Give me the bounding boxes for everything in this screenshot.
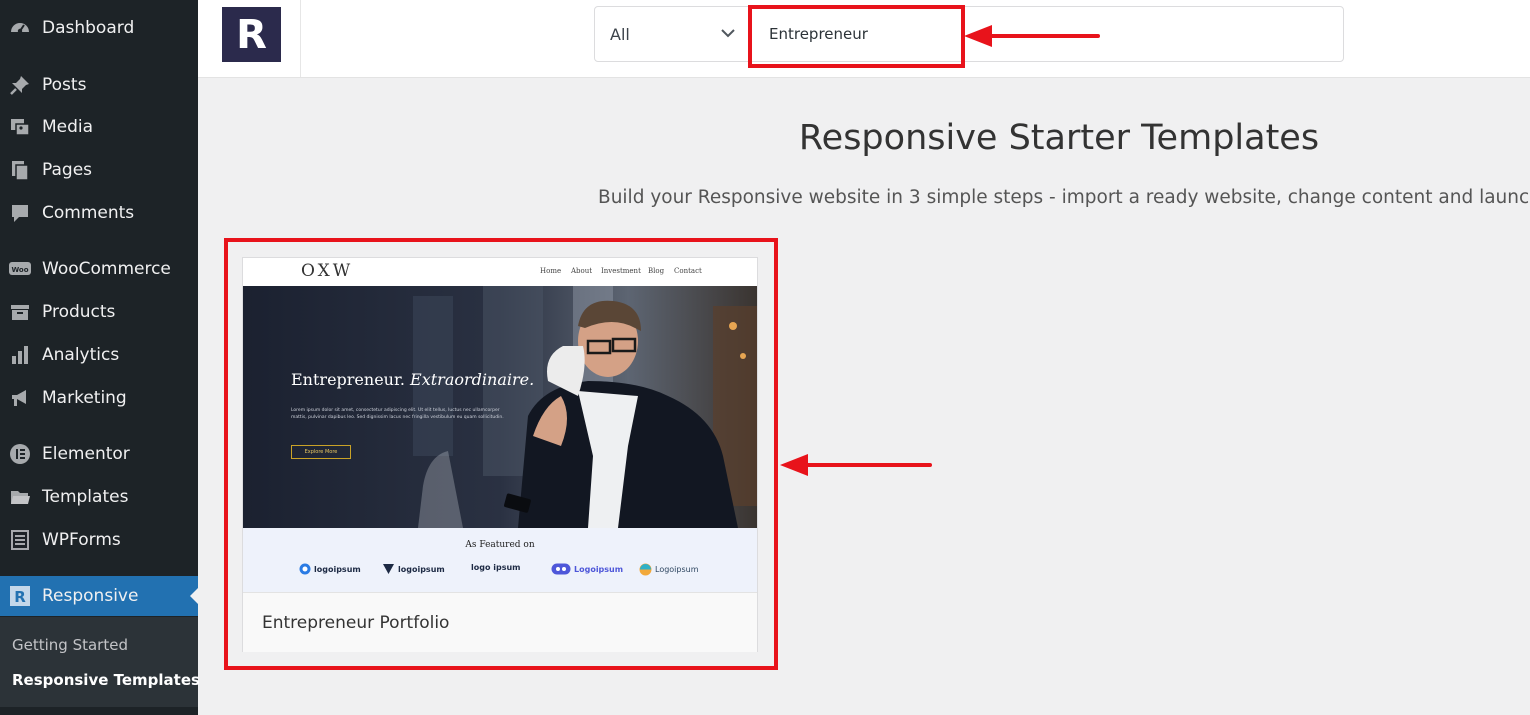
page-subtitle: Build your Responsive website in 3 simpl… — [598, 187, 1530, 208]
preview-cta-button: Explore More — [291, 445, 351, 459]
brand-shield-icon — [383, 564, 394, 574]
sidebar-item-dashboard[interactable]: Dashboard — [0, 8, 198, 48]
sidebar-item-elementor[interactable]: Elementor — [0, 434, 198, 474]
svg-text:R: R — [14, 588, 26, 606]
preview-nav-link: Contact — [674, 267, 702, 275]
submenu-responsive-templates[interactable]: Responsive Templates — [12, 671, 200, 689]
preview-nav: OXW Home About Investment Blog Contact — [243, 258, 757, 286]
preview-brand-logo: logoipsum — [382, 563, 445, 575]
elementor-icon — [8, 442, 32, 466]
sidebar-item-analytics[interactable]: Analytics — [0, 335, 198, 375]
media-icon — [8, 115, 32, 139]
preview-featured-title: As Featured on — [465, 540, 535, 550]
preview-brand-logo: Logoipsum — [551, 563, 623, 575]
folder-icon — [8, 485, 32, 509]
responsive-logo-icon: R — [8, 584, 32, 608]
responsive-submenu: Getting Started Responsive Templates — [0, 617, 200, 707]
preview-brand-logo: logoipsum — [299, 563, 361, 575]
preview-nav-link: About — [571, 267, 593, 275]
sidebar-item-templates[interactable]: Templates — [0, 477, 198, 517]
woo-icon: Woo — [8, 257, 32, 281]
svg-text:Woo: Woo — [11, 266, 28, 274]
bar-chart-icon — [8, 343, 32, 367]
sidebar-item-responsive[interactable]: R Responsive — [0, 576, 198, 616]
template-card-footer: Entrepreneur Portfolio — [243, 592, 757, 652]
pages-icon — [8, 158, 32, 182]
admin-sidebar: Dashboard Posts Media Pages Comments Woo… — [0, 0, 200, 715]
preview-nav-link: Blog — [648, 267, 665, 275]
responsive-logo: R — [222, 7, 281, 62]
submenu-getting-started[interactable]: Getting Started — [12, 636, 128, 654]
preview-featured-section: As Featured on logoipsum logoipsum logo … — [243, 528, 757, 592]
archive-icon — [8, 300, 32, 324]
sidebar-item-woocommerce[interactable]: Woo WooCommerce — [0, 249, 198, 289]
dashboard-icon — [8, 16, 32, 40]
sidebar-item-wpforms[interactable]: WPForms — [0, 520, 198, 560]
hero-photo — [243, 286, 757, 528]
sidebar-item-products[interactable]: Products — [0, 292, 198, 332]
pin-icon — [8, 73, 32, 97]
page-title: Responsive Starter Templates — [798, 118, 1320, 158]
brand-circle-icon — [299, 563, 311, 575]
template-card[interactable]: OXW Home About Investment Blog Contact E… — [242, 257, 758, 652]
preview-body-text: Lorem ipsum dolor sit amet, consectetur … — [291, 408, 504, 420]
preview-nav-link: Investment — [601, 267, 641, 275]
category-select[interactable]: All — [595, 7, 747, 61]
chevron-down-icon — [719, 24, 737, 47]
megaphone-icon — [8, 386, 32, 410]
preview-nav-link: Home — [540, 267, 562, 275]
sidebar-item-media[interactable]: Media — [0, 107, 198, 147]
top-bar: R All — [198, 0, 1530, 78]
preview-brand-logo: logo ipsum — [471, 563, 521, 572]
template-name: Entrepreneur Portfolio — [262, 613, 450, 633]
category-select-value: All — [610, 24, 630, 44]
divider — [300, 0, 301, 77]
template-preview[interactable]: OXW Home About Investment Blog Contact E… — [243, 258, 757, 592]
preview-logo: OXW — [301, 261, 354, 281]
brand-pill-icon — [551, 563, 571, 575]
brand-swirl-icon — [639, 563, 652, 576]
preview-brand-logo: Logoipsum — [639, 563, 699, 576]
search-input[interactable] — [749, 7, 1339, 61]
preview-hero: Entrepreneur. Extraordinaire. Lorem ipsu… — [243, 286, 757, 528]
form-icon — [8, 528, 32, 552]
sidebar-item-posts[interactable]: Posts — [0, 65, 198, 105]
preview-headline: Entrepreneur. Extraordinaire. — [291, 370, 535, 389]
sidebar-item-pages[interactable]: Pages — [0, 150, 198, 190]
comment-icon — [8, 201, 32, 225]
sidebar-item-marketing[interactable]: Marketing — [0, 378, 198, 418]
template-search-bar: All — [594, 6, 1344, 62]
arrow-left-icon — [780, 454, 932, 476]
sidebar-item-comments[interactable]: Comments — [0, 193, 198, 233]
